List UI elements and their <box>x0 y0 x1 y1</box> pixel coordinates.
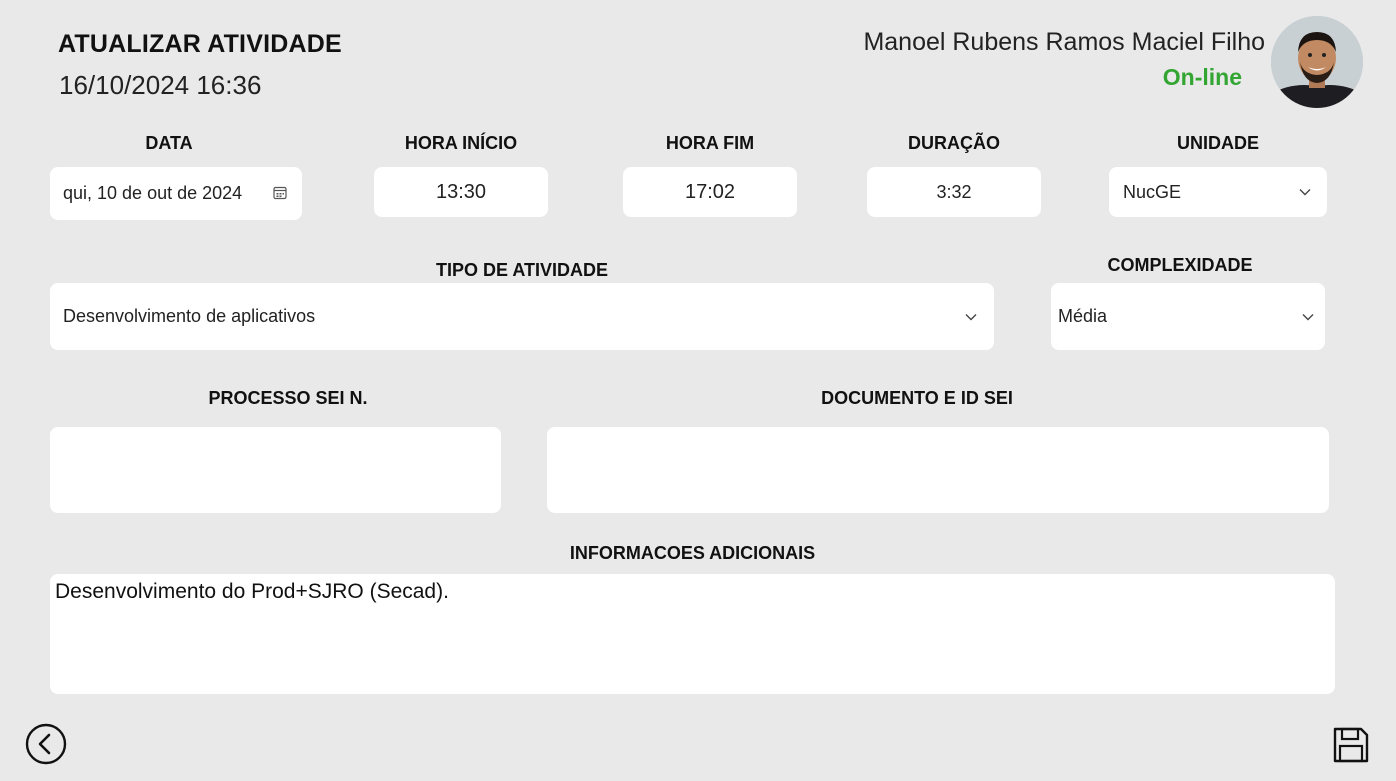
hora-fim-input[interactable]: 17:02 <box>623 167 797 217</box>
informacoes-textarea[interactable]: Desenvolvimento do Prod+SJRO (Secad). <box>50 574 1335 694</box>
complexidade-label: COMPLEXIDADE <box>1107 255 1253 275</box>
chevron-down-icon <box>965 314 977 321</box>
hora-inicio-label: HORA INÍCIO <box>404 133 518 153</box>
calendar-icon[interactable] <box>273 186 287 205</box>
duracao-value: 3:32 <box>936 181 972 202</box>
back-button[interactable] <box>25 723 67 770</box>
complexidade-dropdown[interactable]: Média <box>1051 283 1325 350</box>
complexidade-value: Média <box>1058 306 1108 326</box>
documento-id-sei-input[interactable] <box>547 427 1329 513</box>
data-value: qui, 10 de out de 2024 <box>63 183 243 203</box>
current-datetime: 16/10/2024 16:36 <box>59 70 262 100</box>
save-floppy-icon <box>1333 727 1369 763</box>
documento-id-sei-label: DOCUMENTO E ID SEI <box>821 388 1013 408</box>
back-arrow-circle-icon <box>25 723 67 765</box>
duracao-field: 3:32 <box>867 167 1041 217</box>
informacoes-value: Desenvolvimento do Prod+SJRO (Secad). <box>55 580 449 603</box>
duracao-label: DURAÇÃO <box>908 133 1000 153</box>
unidade-label: UNIDADE <box>1176 133 1259 153</box>
tipo-atividade-value: Desenvolvimento de aplicativos <box>63 306 316 326</box>
avatar <box>1271 16 1363 108</box>
tipo-atividade-dropdown[interactable]: Desenvolvimento de aplicativos <box>50 283 994 350</box>
tipo-atividade-label: TIPO DE ATIVIDADE <box>435 260 608 280</box>
chevron-down-icon <box>1299 189 1311 196</box>
data-label: DATA <box>145 133 193 153</box>
processo-sei-input[interactable] <box>50 427 501 513</box>
hora-inicio-input[interactable]: 13:30 <box>374 167 548 217</box>
avatar-photo <box>1271 16 1363 108</box>
status-badge: On-line <box>1162 64 1242 90</box>
page-title: ATUALIZAR ATIVIDADE <box>58 30 342 58</box>
informacoes-label: INFORMACOES ADICIONAIS <box>569 543 816 563</box>
processo-sei-label: PROCESSO SEI N. <box>208 388 368 408</box>
unidade-dropdown[interactable]: NucGE <box>1109 167 1327 217</box>
hora-fim-value: 17:02 <box>684 180 736 203</box>
unidade-value: NucGE <box>1123 182 1182 202</box>
hora-fim-label: HORA FIM <box>665 133 755 153</box>
user-name: Manoel Rubens Ramos Maciel Filho <box>863 28 1265 56</box>
data-date-picker[interactable]: qui, 10 de out de 2024 <box>50 167 302 220</box>
hora-inicio-value: 13:30 <box>435 180 487 203</box>
chevron-down-icon <box>1302 314 1314 321</box>
save-button[interactable] <box>1333 727 1369 768</box>
